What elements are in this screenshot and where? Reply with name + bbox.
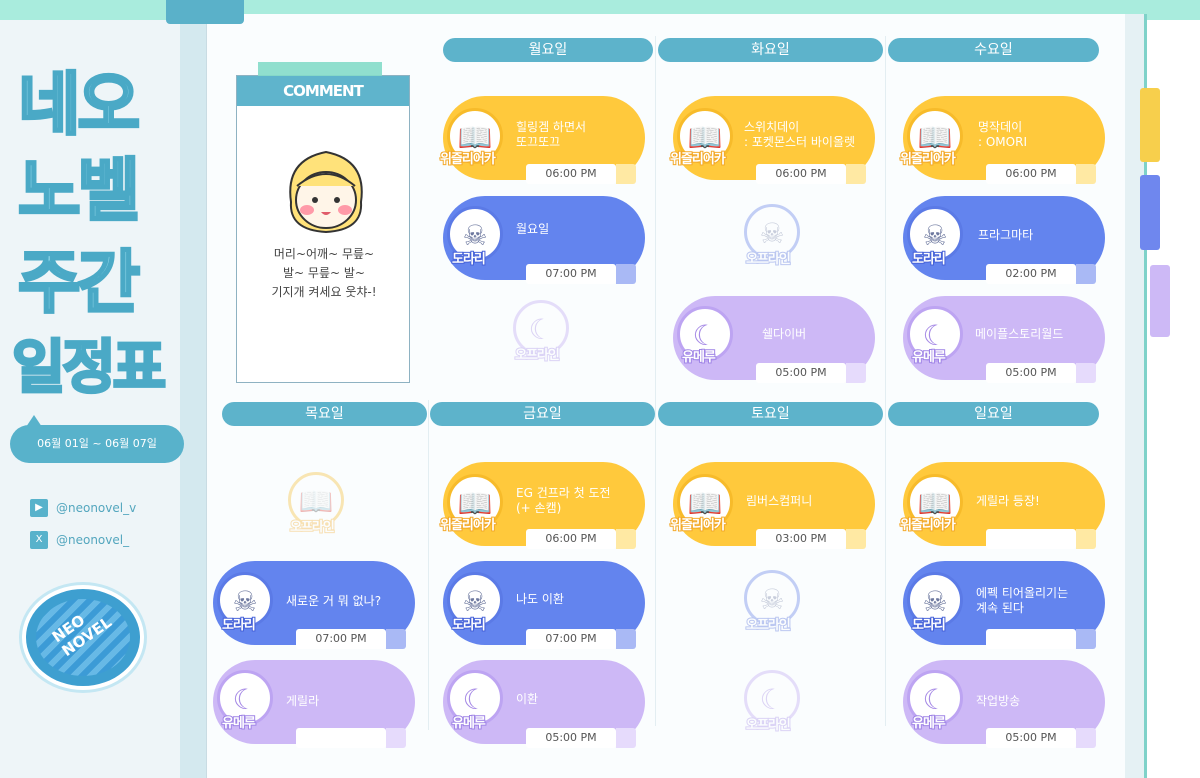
card-title: 작업방송: [976, 694, 1021, 708]
card-time: 05:00 PM: [526, 728, 636, 748]
social-youtube[interactable]: ▶ @neonovel_v: [30, 498, 136, 518]
streamer-label: 위즐리어카: [899, 517, 957, 534]
card-time: 06:00 PM: [526, 164, 636, 184]
card-title: EG 건프라 첫 도전 (+ 손캠): [516, 486, 611, 515]
day-header-thu: 목요일: [222, 402, 427, 426]
card-time: 06:00 PM: [986, 164, 1096, 184]
card-time: 07:00 PM: [526, 629, 636, 649]
title-line1: 네오: [16, 66, 141, 145]
card-title: 명작데이: OMORI: [978, 120, 1027, 149]
streamer-label: 도라리: [911, 251, 947, 268]
card-time: 05:00 PM: [986, 363, 1096, 383]
card-title: 게릴라 등장!: [976, 494, 1040, 508]
social-x[interactable]: X @neonovel_: [30, 530, 129, 550]
card-title: 에펙 티어올리기는 계속 된다: [976, 586, 1069, 615]
card-title: 스위치데이: 포켓몬스터 바이올렛: [744, 120, 856, 149]
card-title: 나도 이환: [516, 592, 564, 606]
day-header-fri: 금요일: [430, 402, 655, 426]
card-title: 게릴라: [286, 694, 320, 708]
streamer-label: 위즐리어카: [669, 151, 727, 168]
card-time: 06:00 PM: [526, 529, 636, 549]
date-range: 06월 01일 ~ 06월 07일: [10, 425, 184, 463]
card-title: 월요일: [516, 222, 550, 236]
purple-tab: [1150, 265, 1170, 337]
streamer-label: 유메루: [451, 715, 487, 732]
character-face-icon: [289, 150, 363, 234]
title-line4: 일정표: [10, 333, 167, 401]
streamer-label: 도라리: [911, 617, 947, 634]
streamer-label: 유메루: [221, 715, 257, 732]
day-header-mon: 월요일: [443, 38, 653, 62]
card-time: [986, 629, 1096, 649]
yellow-tab: [1140, 88, 1160, 162]
streamer-label: 도라리: [451, 617, 487, 634]
streamer-label: 위즐리어카: [669, 517, 727, 534]
card-time: 05:00 PM: [756, 363, 866, 383]
card-time: [986, 529, 1096, 549]
card-time: 02:00 PM: [986, 264, 1096, 284]
youtube-handle: @neonovel_v: [56, 501, 137, 515]
card-title: 힐링겜 하면서 또끄또끄: [516, 120, 587, 149]
x-handle: @neonovel_: [56, 533, 130, 547]
youtube-icon: ▶: [30, 499, 48, 517]
offline-mon: ☾ 오프라인: [513, 300, 569, 364]
streamer-label: 유메루: [681, 349, 717, 366]
day-header-sat: 토요일: [658, 402, 883, 426]
card-time: 05:00 PM: [986, 728, 1096, 748]
card-title: 새로운 거 뭐 없나?: [286, 594, 382, 608]
blue-tab: [1140, 175, 1160, 250]
bookmark: [166, 0, 244, 24]
x-icon: X: [30, 531, 48, 549]
comment-heading: COMMENT: [237, 76, 409, 106]
card-time: 07:00 PM: [526, 264, 636, 284]
neo-novel-logo: NEO NOVEL: [22, 585, 144, 690]
streamer-label: 도라리: [451, 251, 487, 268]
card-time: 06:00 PM: [756, 164, 866, 184]
day-header-wed: 수요일: [888, 38, 1099, 62]
card-time: [296, 728, 406, 748]
offline-thu: 📖 오프라인: [288, 472, 344, 536]
offline-sat-purple: ☾ 오프라인: [744, 670, 800, 734]
streamer-label: 유메루: [911, 349, 947, 366]
streamer-label: 유메루: [911, 715, 947, 732]
card-title: 프라그마타: [978, 228, 1034, 242]
card-title: 메이플스토리월드: [975, 327, 1064, 341]
title-line2: 노벨: [16, 152, 141, 231]
day-header-sun: 일요일: [888, 402, 1099, 426]
card-title: 림버스컴퍼니: [746, 494, 813, 508]
card-time: 07:00 PM: [296, 629, 406, 649]
streamer-label: 위즐리어카: [439, 517, 497, 534]
card-title: 쉘다이버: [762, 327, 807, 341]
streamer-label: 위즐리어카: [439, 151, 497, 168]
streamer-label: 위즐리어카: [899, 151, 957, 168]
card-time: 03:00 PM: [756, 529, 866, 549]
day-header-tue: 화요일: [658, 38, 883, 62]
card-title: 이환: [516, 692, 539, 706]
comment-text: 머리~어깨~ 무릎~ 발~ 무릎~ 발~ 기지개 켜세요 웃챠-!: [271, 247, 377, 299]
title-line3: 주간: [16, 244, 141, 323]
offline-tue: ☠ 오프라인: [744, 204, 800, 268]
streamer-label: 도라리: [221, 617, 257, 634]
offline-sat-blue: ☠ 오프라인: [744, 570, 800, 634]
